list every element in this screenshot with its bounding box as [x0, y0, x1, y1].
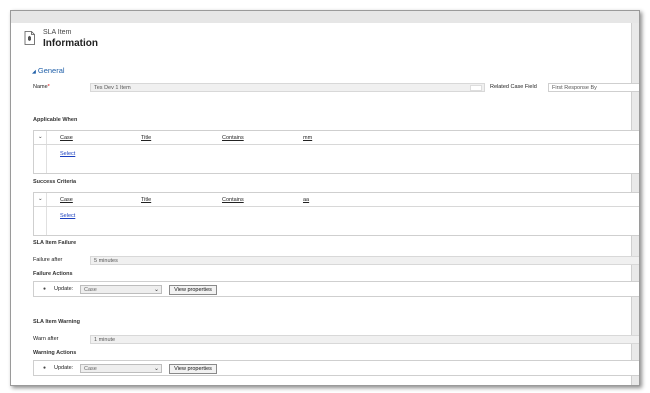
failure-view-properties-button[interactable]: View properties — [169, 285, 217, 295]
applicable-when-condition-row: ⌄ Case Title Contains mm — [34, 131, 639, 145]
entity-type-label: SLA Item — [43, 29, 72, 36]
success-criteria-select-link[interactable]: Select — [60, 213, 75, 219]
related-case-field-select[interactable]: First Response By — [548, 83, 639, 92]
failure-actions-label: Failure Actions — [33, 271, 73, 277]
success-criteria-grid: ⌄ Case Title Contains aa Select — [33, 192, 639, 236]
chevron-down-icon[interactable]: ⌄ — [38, 196, 43, 202]
warning-update-select[interactable]: Case ⌄ — [80, 364, 162, 373]
document-icon — [24, 31, 35, 45]
name-field[interactable]: Tes Dev 1 Item — [90, 83, 485, 92]
required-marker: * — [47, 84, 50, 90]
condition-operator[interactable]: Contains — [222, 197, 244, 203]
condition-operator[interactable]: Contains — [222, 135, 244, 141]
success-criteria-label: Success Criteria — [33, 179, 77, 185]
condition-field[interactable]: Title — [141, 135, 151, 141]
applicable-when-grid: ⌄ Case Title Contains mm Select — [33, 130, 639, 174]
chevron-down-icon[interactable]: ⌄ — [38, 134, 43, 140]
related-case-field-label: Related Case Field — [490, 84, 537, 90]
name-label-text: Name — [33, 84, 48, 90]
success-criteria-condition-row: ⌄ Case Title Contains aa — [34, 193, 639, 207]
warn-after-label: Warn after — [33, 336, 59, 342]
warning-view-properties-button[interactable]: View properties — [169, 364, 217, 374]
warn-after-field[interactable]: 1 minute — [90, 335, 639, 344]
name-field-lookup — [470, 85, 482, 91]
chevron-down-icon: ⌄ — [153, 366, 159, 372]
condition-field[interactable]: Title — [141, 197, 151, 203]
condition-value[interactable]: mm — [303, 135, 312, 141]
warning-actions-label: Warning Actions — [33, 350, 77, 356]
condition-entity[interactable]: Case — [60, 197, 73, 203]
failure-after-field[interactable]: 5 minutes — [90, 256, 639, 265]
top-bar — [11, 11, 639, 23]
bullet-icon: ● — [43, 286, 47, 292]
applicable-when-label: Applicable When — [33, 117, 78, 123]
bullet-icon: ● — [43, 365, 47, 371]
failure-actions-box: ● Update: Case ⌄ View properties — [33, 281, 639, 297]
general-section-toggle[interactable]: ◢ General — [32, 66, 65, 75]
failure-after-label: Failure after — [33, 257, 63, 263]
name-label: Name* — [33, 84, 50, 90]
sla-item-failure-label: SLA Item Failure — [33, 240, 77, 246]
failure-update-select[interactable]: Case ⌄ — [80, 285, 162, 294]
sla-item-warning-label: SLA Item Warning — [33, 319, 80, 325]
warning-actions-box: ● Update: Case ⌄ View properties — [33, 360, 639, 376]
triangle-down-icon: ◢ — [32, 69, 36, 75]
condition-entity[interactable]: Case — [60, 135, 73, 141]
name-field-value: Tes Dev 1 Item — [94, 85, 131, 91]
form-window: SLA Item Information ◢ General Name* Tes … — [10, 10, 640, 386]
failure-update-label: Update: — [54, 286, 74, 292]
warning-update-label: Update: — [54, 365, 74, 371]
applicable-when-select-link[interactable]: Select — [60, 151, 75, 157]
form-title: Information — [43, 38, 98, 49]
general-section-label: General — [37, 66, 65, 75]
chevron-down-icon: ⌄ — [153, 287, 159, 293]
warning-update-value: Case — [84, 366, 97, 372]
failure-update-value: Case — [84, 287, 97, 293]
condition-value[interactable]: aa — [303, 197, 309, 203]
